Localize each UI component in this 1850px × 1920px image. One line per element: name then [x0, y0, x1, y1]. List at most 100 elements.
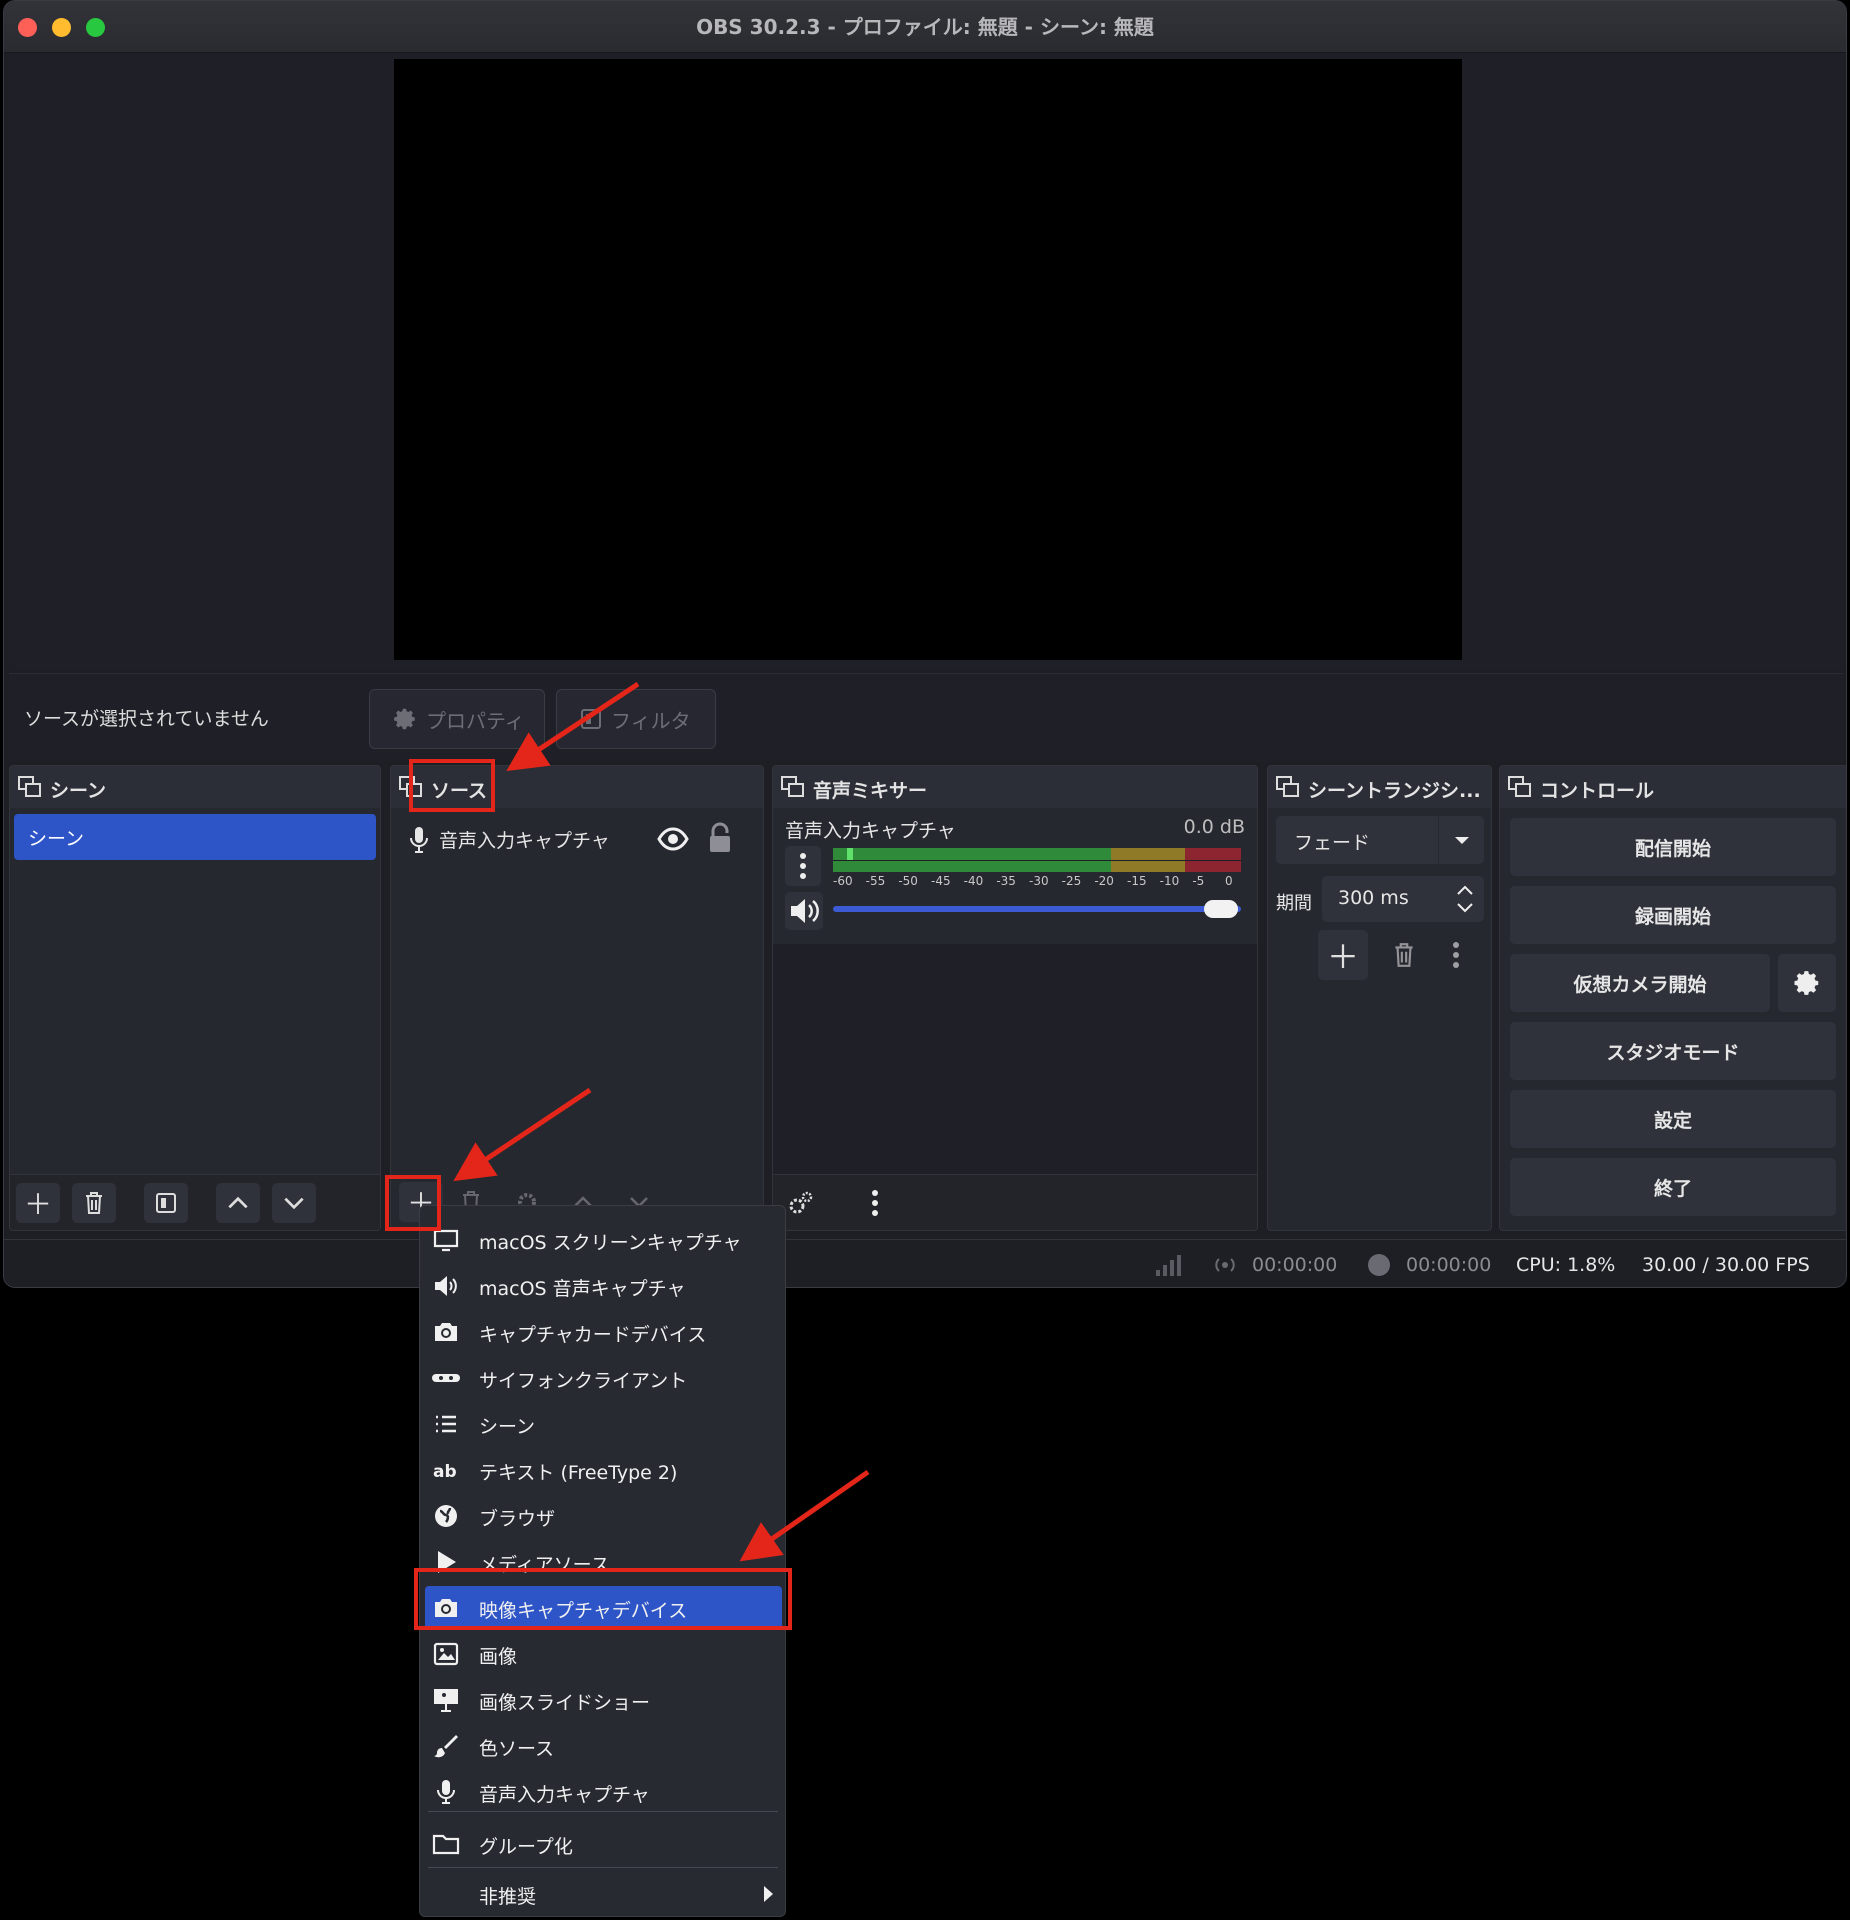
menu-item-label: シーン — [479, 1416, 536, 1438]
filters-button[interactable]: フィルタ — [556, 689, 716, 749]
meter-tick-label: -30 — [1029, 874, 1049, 888]
chevron-up-icon — [228, 1196, 248, 1209]
text-icon: ab — [433, 1462, 457, 1482]
kebab-menu-icon — [800, 853, 806, 879]
scene-list-item[interactable]: シーン — [14, 814, 376, 860]
spinner-arrows-icon[interactable] — [1454, 882, 1476, 916]
meter-tick-label: -45 — [931, 874, 951, 888]
menu-item-label: グループ化 — [479, 1836, 573, 1858]
camera-icon — [435, 1323, 457, 1341]
mixer-title: 音声ミキサー — [813, 780, 928, 802]
transitions-dock-header: シーントランジシ... — [1268, 766, 1491, 808]
filter-icon — [581, 709, 601, 729]
preview-area — [9, 53, 1843, 670]
add-scene-button[interactable]: ＋ — [16, 1183, 60, 1223]
menu-item-4[interactable]: サイフォンクライアント — [420, 1356, 785, 1400]
preview-canvas[interactable] — [394, 59, 1462, 660]
properties-button[interactable]: プロパティ — [369, 689, 545, 749]
menu-item-7[interactable]: ブラウザ — [420, 1494, 785, 1538]
mixer-channel-db: 0.0 dB — [1183, 816, 1245, 838]
menu-item-label: 非推奨 — [479, 1886, 537, 1908]
remove-transition-button[interactable] — [1380, 930, 1428, 980]
menu-separator — [428, 1867, 778, 1868]
mute-button[interactable] — [785, 892, 823, 930]
menu-item-label: 音声入力キャプチャ — [479, 1784, 650, 1806]
menu-item-6[interactable]: ab テキスト (FreeType 2) — [420, 1448, 785, 1492]
transition-select[interactable]: フェード — [1276, 816, 1484, 864]
transitions-title: シーントランジシ... — [1308, 780, 1481, 802]
transition-duration-spinbox[interactable]: 300 ms — [1322, 876, 1484, 922]
annotation-highlight-add-button — [385, 1175, 441, 1231]
dock-float-icon[interactable] — [1508, 776, 1532, 798]
mixer-footer — [773, 1174, 1257, 1230]
record-icon — [1368, 1254, 1390, 1276]
dock-float-icon[interactable] — [781, 776, 805, 798]
add-source-menu: macOS スクリーンキャプチャ macOS 音声キャプチャ キャプチャカードデバイ… — [419, 1205, 786, 1917]
mixer-channel-name: 音声入力キャプチャ — [785, 820, 956, 842]
meter-tick-label: -15 — [1127, 874, 1147, 888]
studio-mode-button[interactable]: スタジオモード — [1510, 1022, 1836, 1080]
menu-item-label: macOS スクリーンキャプチャ — [479, 1232, 742, 1254]
settings-button[interactable]: 設定 — [1510, 1090, 1836, 1148]
svg-text:ab: ab — [433, 1462, 457, 1482]
transition-duration-label: 期間 — [1276, 893, 1312, 914]
menu-item-3[interactable]: キャプチャカードデバイス — [420, 1310, 785, 1354]
lock-icon[interactable] — [707, 822, 733, 854]
menu-item-group[interactable]: グループ化 — [420, 1822, 785, 1866]
window-title: OBS 30.2.3 - プロファイル: 無題 - シーン: 無題 — [696, 15, 1154, 39]
scenes-footer: ＋ — [10, 1174, 380, 1230]
meter-tick-label: -5 — [1192, 874, 1205, 888]
start-recording-button[interactable]: 録画開始 — [1510, 886, 1836, 944]
volume-slider-track[interactable] — [833, 906, 1241, 912]
fps-readout: 30.00 / 30.00 FPS — [1642, 1254, 1810, 1276]
meter-tick-label: -25 — [1061, 874, 1082, 888]
menu-item-label: 画像スライドショー — [479, 1692, 651, 1714]
transition-menu-button[interactable] — [1436, 930, 1476, 980]
start-virtual-camera-button[interactable]: 仮想カメラ開始 — [1510, 954, 1770, 1012]
mixer-menu-button[interactable] — [853, 1183, 897, 1223]
gear-icon — [394, 708, 415, 730]
menu-item-deprecated[interactable]: 非推奨 — [420, 1872, 785, 1916]
audio-mixer-dock: 音声ミキサー 音声入力キャプチャ 0.0 dB -60 -55 -50 -45 -40-… — [772, 765, 1258, 1231]
menu-item-2[interactable]: macOS 音声キャプチャ — [420, 1264, 785, 1308]
virtual-camera-settings-button[interactable] — [1778, 954, 1836, 1012]
mixer-dock-header: 音声ミキサー — [773, 766, 1257, 808]
menu-item-12[interactable]: 色ソース — [420, 1724, 785, 1768]
start-streaming-button[interactable]: 配信開始 — [1510, 818, 1836, 876]
kebab-menu-icon — [872, 1190, 878, 1216]
menu-item-13[interactable]: 音声入力キャプチャ — [420, 1770, 785, 1814]
filter-icon — [156, 1193, 176, 1213]
sources-dock: ソース 音声入力キャプチャ ＋ — [390, 765, 764, 1231]
menu-item-5[interactable]: シーン — [420, 1402, 785, 1446]
menu-item-1[interactable]: macOS スクリーンキャプチャ — [420, 1218, 785, 1262]
volume-slider-handle[interactable] — [1203, 900, 1238, 918]
menu-item-11[interactable]: 画像スライドショー — [420, 1678, 785, 1722]
gamepad-icon — [432, 1374, 460, 1382]
transition-duration-value: 300 ms — [1338, 887, 1409, 909]
scene-filters-button[interactable] — [144, 1183, 188, 1223]
remove-scene-button[interactable] — [72, 1183, 116, 1223]
scene-move-down-button[interactable] — [272, 1183, 316, 1223]
source-list-item[interactable]: 音声入力キャプチャ — [409, 822, 749, 858]
gear-icon — [1794, 971, 1819, 995]
menu-item-10[interactable]: 画像 — [420, 1632, 785, 1676]
scene-move-up-button[interactable] — [216, 1183, 260, 1223]
exit-button[interactable]: 終了 — [1510, 1158, 1836, 1216]
plus-icon: ＋ — [1326, 938, 1359, 976]
transition-select-value: フェード — [1294, 832, 1371, 854]
meter-tick-label: 0 — [1225, 874, 1233, 888]
meter-tick-label: -20 — [1094, 874, 1114, 888]
dock-float-icon[interactable] — [1276, 776, 1300, 798]
add-transition-button[interactable]: ＋ — [1318, 930, 1368, 980]
chevron-down-icon — [284, 1197, 304, 1210]
folder-icon — [432, 1834, 460, 1855]
dock-float-icon[interactable] — [18, 776, 42, 798]
microphone-icon — [410, 827, 428, 853]
trash-icon — [86, 1192, 102, 1214]
title-bar: OBS 30.2.3 - プロファイル: 無題 - シーン: 無題 — [4, 1, 1846, 53]
plus-icon: ＋ — [23, 1188, 52, 1221]
eye-icon[interactable] — [657, 824, 689, 854]
no-source-label: ソースが選択されていません — [24, 708, 269, 730]
annotation-highlight-sources-title — [409, 759, 495, 812]
mixer-channel-menu-button[interactable] — [785, 846, 821, 886]
